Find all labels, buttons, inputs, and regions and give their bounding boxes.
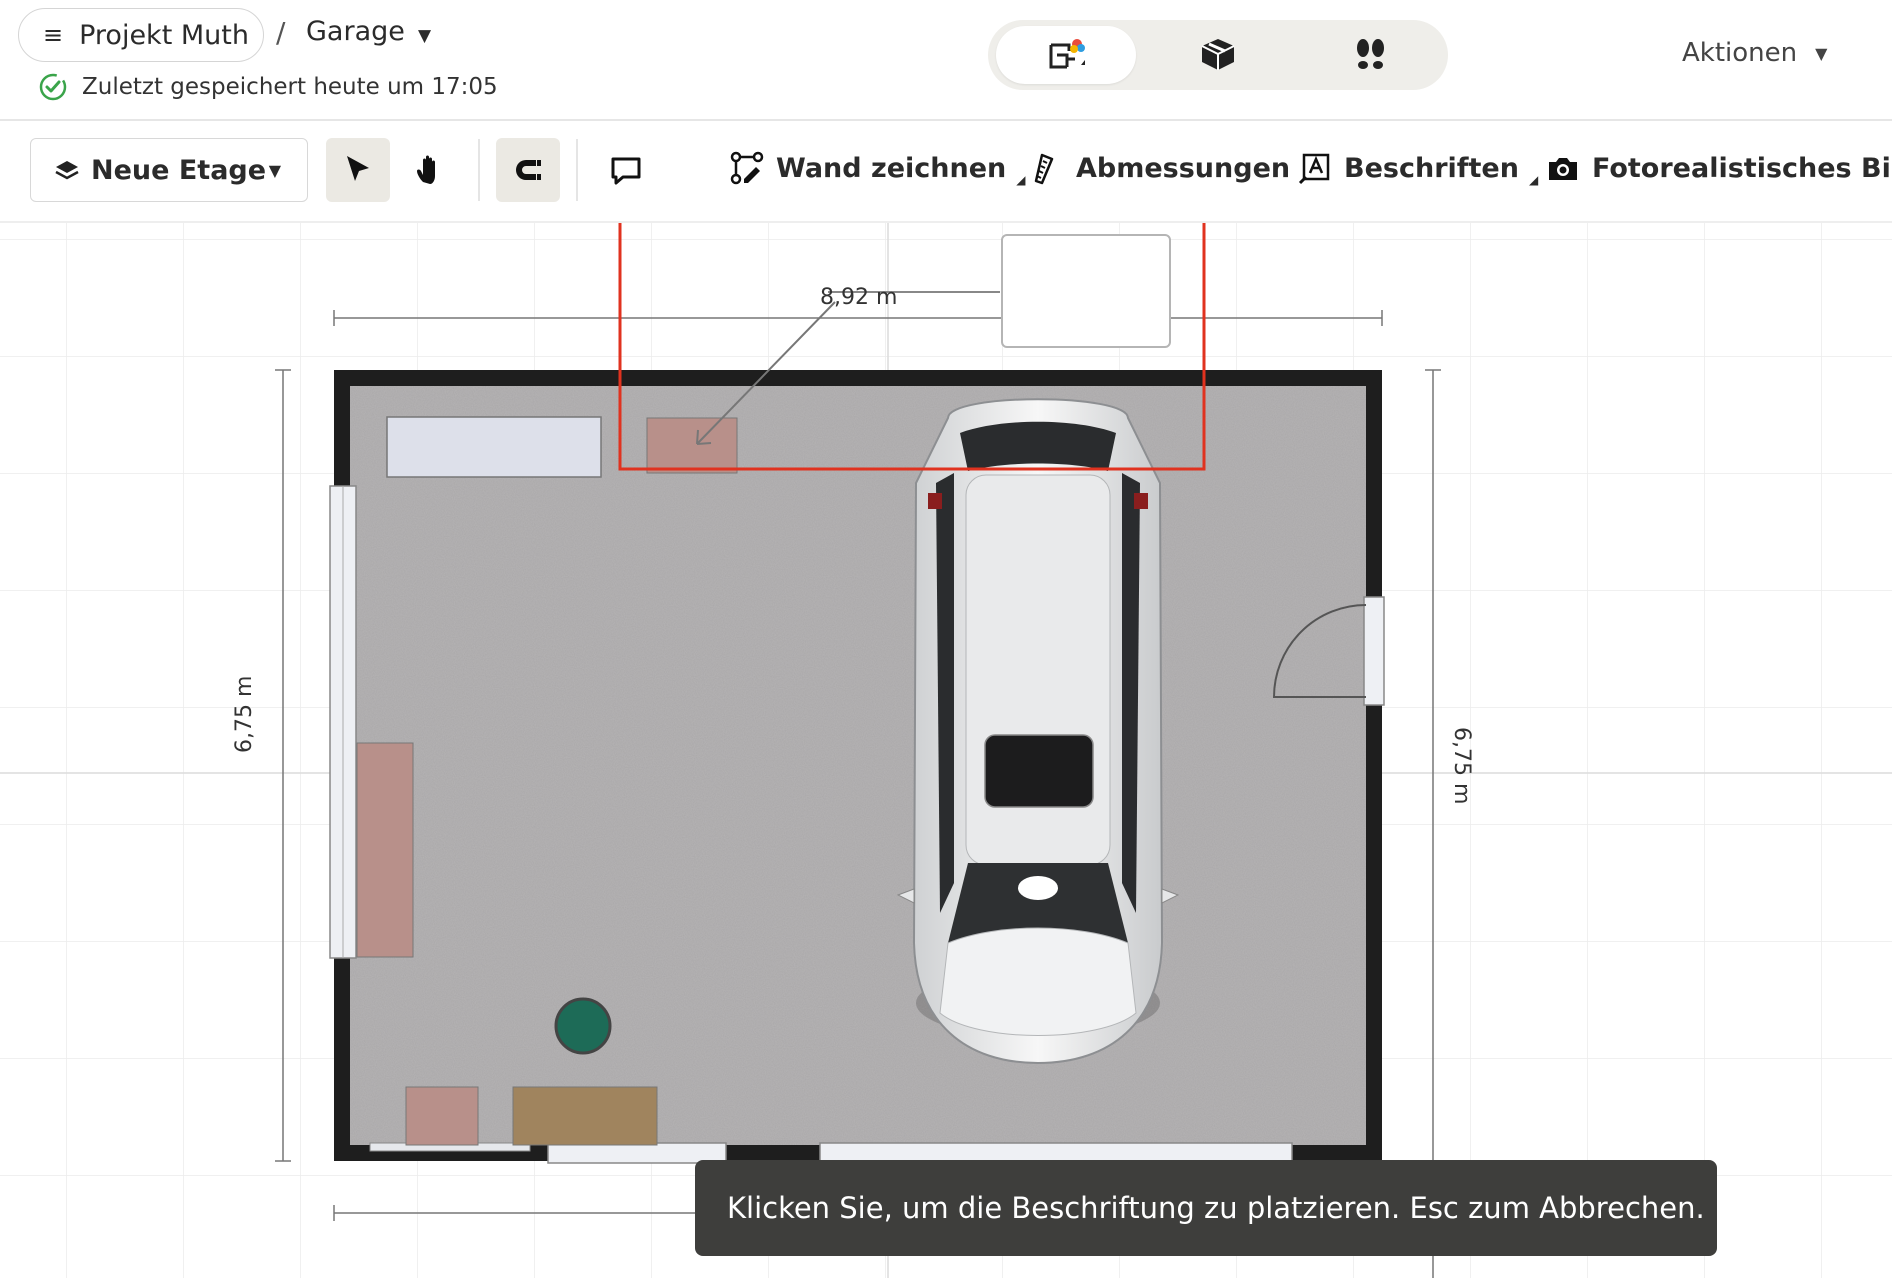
breadcrumb-separator: / [276, 16, 286, 49]
layers-icon [55, 161, 79, 180]
floor-selector-button[interactable]: Neue Etage ▼ [30, 138, 308, 202]
round-bin[interactable] [554, 997, 612, 1055]
view-mode-switch [988, 20, 1448, 90]
pan-tool-button[interactable] [398, 138, 462, 202]
view-3d-button[interactable] [1148, 26, 1288, 84]
workbench[interactable] [386, 416, 602, 478]
submenu-corner-icon: ◢ [1528, 173, 1539, 187]
actions-menu-button[interactable]: Aktionen ▼ [1682, 38, 1827, 68]
label-placeholder-box[interactable] [1001, 234, 1171, 348]
toast-message: Klicken Sie, um die Beschriftung zu plat… [727, 1191, 1705, 1225]
speech-bubble-icon [611, 157, 641, 185]
top-header: ≡ Projekt Muth / Garage ▼ Zuletzt gespei… [0, 0, 1892, 121]
saved-status-text: Zuletzt gespeichert heute um 17:05 [82, 74, 498, 100]
project-menu-button[interactable]: ≡ Projekt Muth [18, 8, 264, 62]
snap-magnet-button[interactable] [496, 138, 560, 202]
wall-draw-icon [730, 151, 764, 185]
cursor-arrow-icon [347, 156, 369, 181]
hamburger-menu-icon: ≡ [43, 21, 64, 49]
cabinet-small[interactable] [646, 417, 738, 474]
photo-render-label: Fotorealistisches Bild [1592, 152, 1892, 184]
toolbar-divider [576, 139, 578, 201]
height-dimension-label-right: 6,75 m [1449, 727, 1474, 805]
wooden-table[interactable] [512, 1086, 658, 1146]
comment-tool-button[interactable] [594, 138, 658, 202]
chevron-down-icon[interactable]: ▼ [418, 26, 431, 46]
save-status: Zuletzt gespeichert heute um 17:05 [38, 72, 498, 102]
floor-texture [350, 386, 1366, 1145]
text-label-icon [1298, 153, 1330, 185]
shelf-left[interactable] [356, 742, 414, 958]
floor-label: Neue Etage [91, 154, 267, 186]
labels-label: Beschriften [1344, 152, 1519, 184]
floorplan-drawing[interactable] [0, 223, 1892, 1278]
dimensions-label: Abmessungen [1076, 152, 1291, 184]
floorplan-canvas[interactable]: 8,92 m 6,75 m 6,75 m [0, 223, 1892, 1278]
footsteps-walk-icon [1357, 39, 1384, 69]
dimensions-button[interactable]: Abmessungen [1030, 151, 1290, 185]
width-dimension-label: 8,92 m [820, 285, 898, 310]
floorplan-2d-icon [1049, 39, 1085, 69]
box-small[interactable] [405, 1086, 479, 1146]
height-dimension-label-left: 6,75 m [232, 675, 257, 753]
actions-label: Aktionen [1682, 38, 1798, 68]
select-tool-button[interactable] [326, 138, 390, 202]
submenu-corner-icon: ◢ [1016, 173, 1026, 187]
view-2d-button[interactable] [996, 26, 1136, 84]
chevron-down-icon: ▼ [1815, 43, 1828, 63]
room-selector-label[interactable]: Garage [306, 16, 405, 47]
chevron-down-icon: ▼ [268, 160, 281, 180]
toolbar-divider [478, 139, 480, 201]
photo-render-button[interactable]: Fotorealistisches Bild ◢ [1546, 151, 1892, 185]
3d-box-icon [1201, 39, 1235, 70]
camera-icon [1549, 158, 1577, 180]
saved-check-icon [39, 73, 67, 101]
main-toolbar: Neue Etage ▼ Wand zeichnen ◢ Abmessungen… [0, 121, 1892, 223]
labels-button[interactable]: Beschriften ◢ [1298, 151, 1539, 187]
hand-icon [417, 155, 435, 184]
magnet-icon [516, 160, 541, 180]
car-top-view[interactable] [896, 398, 1180, 1065]
project-name: Projekt Muth [79, 19, 249, 51]
instruction-toast: Klicken Sie, um die Beschriftung zu plat… [695, 1160, 1717, 1256]
draw-wall-label: Wand zeichnen [776, 152, 1007, 184]
door-right[interactable] [1363, 596, 1385, 706]
draw-wall-button[interactable]: Wand zeichnen ◢ [730, 151, 1026, 187]
ruler-icon [1034, 153, 1054, 185]
view-walk-button[interactable] [1300, 26, 1440, 84]
